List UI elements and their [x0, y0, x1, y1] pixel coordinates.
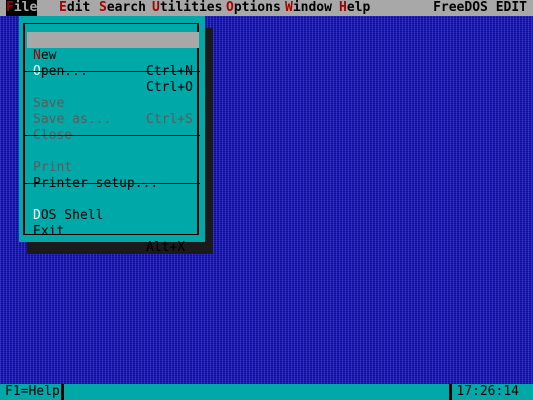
menu-item-new-shortcut: Ctrl+N [146, 64, 193, 79]
menu-help[interactable]: Help [339, 0, 370, 16]
status-divider [61, 384, 64, 400]
menu-utilities-hotkey: U [152, 0, 160, 15]
menu-search[interactable]: Search [99, 0, 146, 16]
menu-item-printer-setup-label: Printer setup... [33, 176, 159, 191]
menu-item-save-as[interactable]: Save as... [27, 96, 199, 127]
menu-utilities[interactable]: Utilities [152, 0, 222, 16]
menu-options[interactable]: Options [226, 0, 281, 16]
menu-help-label: elp [346, 0, 371, 15]
menu-edit-label: dit [66, 0, 91, 15]
menu-file-hotkey: F [6, 0, 14, 15]
menu-window-label: indow [292, 0, 332, 15]
menu-item-save[interactable]: Save Ctrl+S [27, 80, 199, 127]
file-menu: New Ctrl+N Open... Ctrl+O Save Ctrl+S Sa… [19, 16, 205, 255]
menu-item-open[interactable]: Open... Ctrl+O [27, 48, 199, 95]
menu-edit[interactable]: Edit [59, 0, 90, 16]
status-clock: 17:26:14 [456, 384, 519, 399]
menu-separator [24, 183, 200, 184]
menu-item-exit-label: Exit [33, 224, 65, 239]
menu-separator [24, 71, 200, 72]
menu-file-label: ile [13, 0, 38, 15]
menu-options-hotkey: O [226, 0, 234, 15]
menu-utilities-label: tilities [159, 0, 223, 15]
menu-item-open-label: Open... [33, 64, 88, 80]
app-title: FreeDOS EDIT [433, 0, 527, 15]
menu-separator [24, 135, 200, 136]
menu-search-hotkey: S [99, 0, 107, 15]
menu-item-new[interactable]: New Ctrl+N [27, 32, 199, 79]
status-bar: F1=Help 17:26:14 [0, 384, 533, 400]
menu-search-label: earch [106, 0, 146, 15]
menu-item-exit-shortcut: Alt+X [146, 240, 186, 255]
menu-item-printer-setup[interactable]: Printer setup... [27, 160, 199, 191]
menu-edit-hotkey: E [59, 0, 67, 15]
menu-item-close-label: Close [33, 128, 73, 143]
menu-file[interactable]: File [6, 0, 38, 16]
status-help-hint[interactable]: F1=Help [5, 384, 60, 400]
menu-window[interactable]: Window [285, 0, 332, 16]
menu-bar: File Edit Search Utilities Options Windo… [0, 0, 533, 16]
menu-item-exit[interactable]: Exit Alt+X [27, 208, 199, 255]
status-divider [449, 384, 452, 400]
menu-item-close[interactable]: Close [27, 112, 199, 143]
menu-item-print[interactable]: Print [27, 144, 199, 175]
menu-options-label: ptions [233, 0, 281, 15]
menu-item-dos-shell[interactable]: DOS Shell [27, 192, 199, 223]
menu-window-hotkey: W [285, 0, 293, 15]
menu-help-hotkey: H [339, 0, 347, 15]
